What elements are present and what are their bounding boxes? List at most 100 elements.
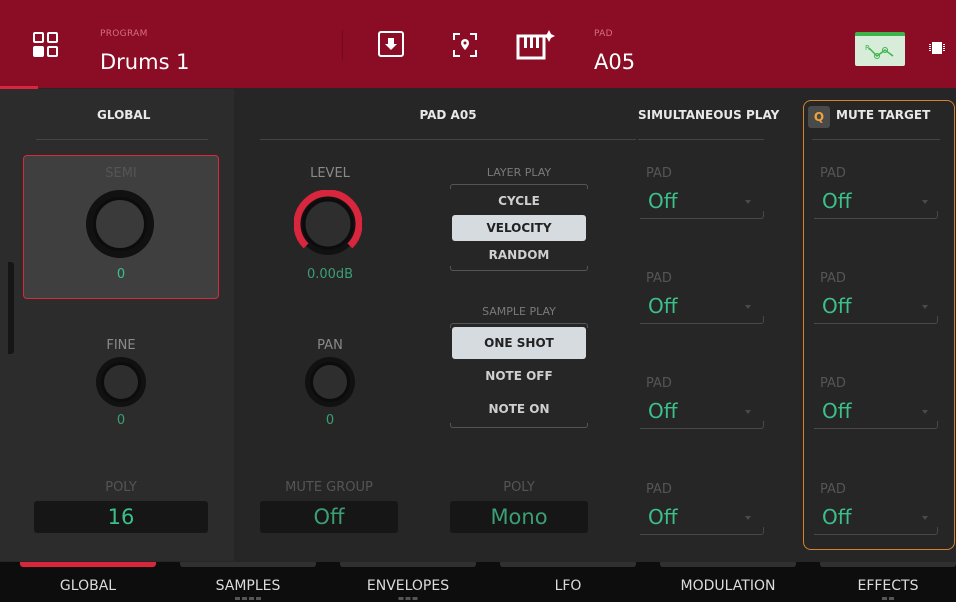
tab-effects-page-dots [882, 597, 894, 600]
level-label: LEVEL [310, 166, 350, 181]
layer-play-velocity[interactable]: VELOCITY [452, 215, 586, 241]
sim-pad-2-label: PAD [646, 271, 672, 286]
tab-samples[interactable]: SAMPLES [180, 562, 316, 602]
mute-pad-3-label: PAD [820, 376, 846, 391]
tab-samples-page-dots [235, 597, 261, 600]
fine-knob[interactable] [96, 357, 146, 407]
save-icon[interactable] [378, 31, 404, 57]
sample-play-bracket-bottom [450, 423, 588, 428]
keyboard-edit-icon[interactable] [516, 28, 556, 62]
program-name[interactable]: Drums 1 [100, 50, 190, 74]
header-divider [342, 30, 343, 60]
tab-effects-indicator [820, 562, 956, 567]
tab-lfo[interactable]: LFO [500, 562, 636, 602]
mute-pad-1-value: Off [822, 189, 852, 213]
sim-pad-4-label: PAD [646, 482, 672, 497]
semi-knob[interactable] [86, 190, 154, 258]
tab-samples-indicator [180, 562, 316, 567]
tab-global-label: GLOBAL [59, 578, 117, 594]
side-scroll-handle[interactable] [8, 262, 14, 354]
mute-pad-2-underline [814, 323, 934, 324]
pad-poly-label: POLY [503, 480, 535, 495]
sim-pad-1-value: Off [648, 189, 678, 213]
level-value: 0.00dB [306, 267, 354, 282]
global-title: GLOBAL [97, 108, 151, 122]
mute-pad-1-corner [932, 211, 938, 219]
tab-modulation[interactable]: MODULATION [660, 562, 796, 602]
sim-pad-3-underline [640, 428, 760, 429]
chevron-down-icon [745, 410, 751, 414]
pad-name[interactable]: A05 [594, 50, 635, 74]
semi-value: 0 [116, 267, 126, 282]
mute-group-field[interactable]: Off [260, 501, 398, 533]
sim-pad-1-corner [758, 211, 764, 219]
chevron-down-icon [745, 305, 751, 309]
sim-pad-3-corner [758, 421, 764, 429]
semi-label: SEMI [105, 166, 137, 181]
mute-pad-2-value: Off [822, 294, 852, 318]
level-knob[interactable] [294, 190, 362, 258]
simultaneous-play-rule [638, 139, 764, 140]
mute-pad-3-value: Off [822, 399, 852, 423]
program-label: PROGRAM [100, 29, 148, 39]
tab-global[interactable]: GLOBAL [20, 562, 156, 602]
layer-play-bracket-bottom [450, 266, 588, 271]
pad-title-rule [260, 139, 636, 140]
sample-play-one-shot[interactable]: ONE SHOT [452, 327, 586, 359]
global-title-rule [36, 139, 208, 140]
tab-effects-label: EFFECTS [857, 578, 919, 594]
locate-icon[interactable] [452, 32, 478, 58]
fine-value: 0 [116, 413, 126, 428]
mute-target-title: MUTE TARGET [836, 108, 931, 122]
mute-pad-2-label: PAD [820, 271, 846, 286]
grid-view-icon: R [865, 44, 894, 59]
chevron-down-icon [922, 410, 928, 414]
tab-samples-label: SAMPLES [215, 578, 281, 594]
sim-pad-4-underline [640, 534, 760, 535]
mute-pad-4-corner [932, 527, 938, 535]
pad-title: PAD A05 [419, 108, 477, 122]
pad-poly-field[interactable]: Mono [450, 501, 588, 533]
header-bar [0, 0, 956, 88]
sim-pad-3-value: Off [648, 399, 678, 423]
pan-knob[interactable] [305, 357, 355, 407]
sample-play-note-off[interactable]: NOTE OFF [452, 363, 586, 389]
global-poly-field[interactable]: 16 [34, 501, 208, 533]
layer-play-random[interactable]: RANDOM [452, 242, 586, 268]
simultaneous-play-title: SIMULTANEOUS PLAY [638, 108, 780, 122]
fine-label: FINE [106, 338, 136, 353]
browse-menu-icon[interactable] [33, 32, 59, 58]
app-root: PROGRAM Drums 1 PAD A05 R GLOBAL SEMI 0 … [0, 0, 956, 602]
mute-group-label: MUTE GROUP [285, 480, 373, 495]
q-link-badge[interactable]: Q [808, 106, 830, 128]
mute-target-rule [812, 139, 940, 140]
chip-icon[interactable] [929, 42, 945, 54]
mute-pad-4-value: Off [822, 505, 852, 529]
mute-pad-2-corner [932, 316, 938, 324]
sim-pad-2-corner [758, 316, 764, 324]
tab-envelopes-label: ENVELOPES [366, 578, 450, 594]
tab-envelopes-indicator [340, 562, 476, 567]
tab-lfo-indicator [500, 562, 636, 567]
mute-pad-3-corner [932, 421, 938, 429]
chevron-down-icon [922, 305, 928, 309]
pad-label: PAD [594, 29, 613, 39]
chevron-down-icon [745, 200, 751, 204]
tab-effects[interactable]: EFFECTS [820, 562, 956, 602]
sample-play-note-on[interactable]: NOTE ON [452, 396, 586, 422]
sim-pad-3-label: PAD [646, 376, 672, 391]
sim-pad-4-value: Off [648, 505, 678, 529]
sim-pad-1-label: PAD [646, 166, 672, 181]
tab-modulation-label: MODULATION [680, 578, 776, 594]
layer-play-label: LAYER PLAY [486, 166, 552, 179]
tab-modulation-indicator [660, 562, 796, 567]
grid-view-button[interactable]: R [855, 32, 905, 66]
svg-text:R: R [865, 44, 870, 52]
tab-global-indicator [20, 562, 156, 567]
tab-lfo-label: LFO [554, 578, 582, 594]
tab-envelopes-page-dots [398, 597, 418, 600]
mute-pad-1-underline [814, 218, 934, 219]
layer-play-cycle[interactable]: CYCLE [452, 188, 586, 214]
tab-envelopes[interactable]: ENVELOPES [340, 562, 476, 602]
pan-label: PAN [317, 338, 343, 353]
